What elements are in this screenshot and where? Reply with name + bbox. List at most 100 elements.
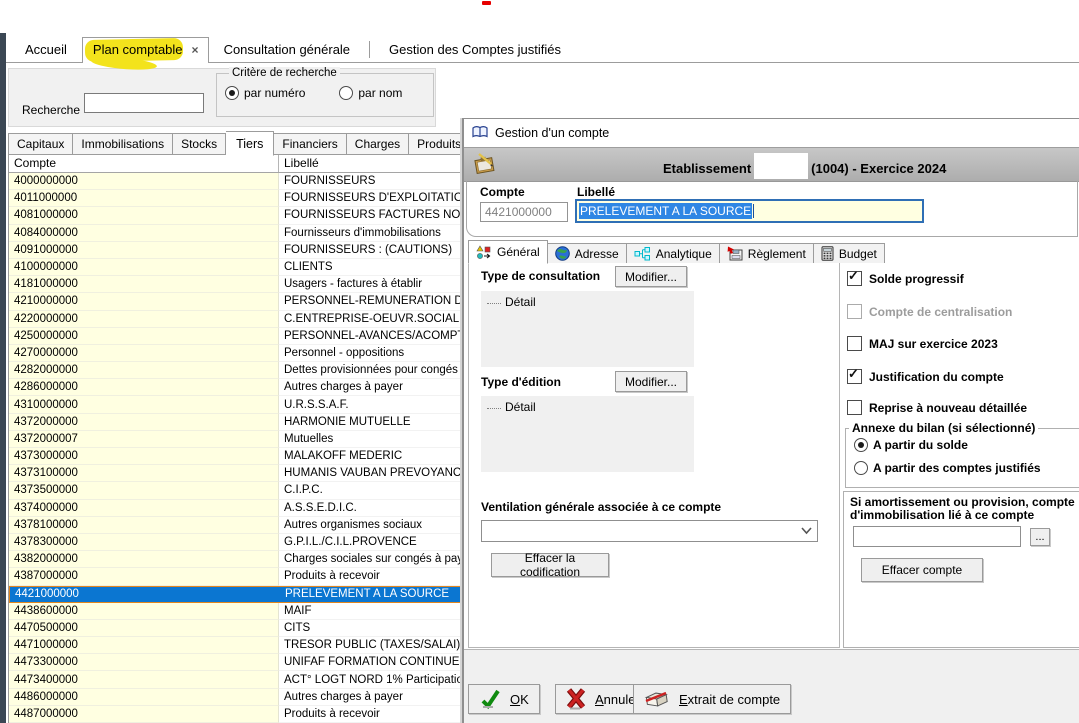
consultation-tree[interactable]: Détail (481, 291, 694, 367)
modifier-edition-button[interactable]: Modifier... (615, 371, 687, 392)
checkbox-compte-de-centralisation[interactable]: Compte de centralisation (847, 304, 1012, 319)
table-row[interactable]: 4282000000Dettes provisionnées pour cong… (9, 362, 461, 379)
immobilisation-compte-input[interactable] (853, 526, 1021, 547)
dialog-tab-reglement[interactable]: Règlement (720, 243, 814, 263)
tab-divider (369, 41, 370, 58)
table-row[interactable]: 4421000000PRELEVEMENT A LA SOURCE (9, 586, 461, 603)
table-row[interactable]: 4286000000Autres charges à payer (9, 379, 461, 396)
type-edition-label: Type d'édition (481, 375, 561, 389)
cell-compte: 4473400000 (9, 671, 279, 688)
table-row[interactable]: 4310000000U.R.S.S.A.F. (9, 396, 461, 413)
table-row[interactable]: 4438600000MAIF (9, 603, 461, 620)
checkbox-solde-progressif[interactable]: Solde progressif (847, 271, 964, 286)
dialog-tab-budget[interactable]: Budget (814, 243, 885, 263)
table-row[interactable]: 4372000007Mutuelles (9, 431, 461, 448)
dialog-titlebar[interactable]: Gestion d'un compte (464, 119, 1079, 148)
table-row[interactable]: 4000000000FOURNISSEURS (9, 173, 461, 190)
dialog-tab-analytique[interactable]: Analytique (627, 243, 720, 263)
table-row[interactable]: 4084000000Fournisseurs d'immobilisations (9, 225, 461, 242)
dialog-tab-adresse[interactable]: Adresse (548, 243, 627, 263)
table-row[interactable]: 4081000000FOURNISSEURS FACTURES NON PA (9, 207, 461, 224)
dialog-general-tab-content: Type de consultation Modifier... Détail … (466, 263, 1079, 649)
criteria-radio-par-nom[interactable]: par nom (339, 86, 402, 100)
radio-icon (854, 461, 868, 475)
libelle-field[interactable]: PRELEVEMENT A LA SOURCE (575, 199, 924, 223)
dialog-tab-label: Analytique (656, 247, 712, 261)
tab-close-icon[interactable]: × (191, 43, 200, 57)
consultation-tree-item[interactable]: Détail (505, 295, 536, 309)
table-row[interactable]: 4471000000TRESOR PUBLIC (TAXES/SALAI) (9, 637, 461, 654)
search-input[interactable] (84, 93, 204, 113)
gestion-compte-dialog: Gestion d'un compte Etablissement (1004)… (462, 118, 1079, 723)
statement-icon (644, 689, 670, 709)
table-row[interactable]: 4473400000ACT° LOGT NORD 1% Participatio… (9, 671, 461, 688)
ok-button[interactable]: OK (468, 684, 540, 714)
category-tab-charges[interactable]: Charges (347, 133, 409, 155)
extrait-de-compte-button[interactable]: Extrait de compte (633, 684, 791, 714)
category-tab-tiers[interactable]: Tiers (226, 131, 274, 156)
checkbox-label: MAJ sur exercice 2023 (869, 337, 998, 351)
criteria-radio-par-numero[interactable]: par numéro (225, 86, 305, 100)
main-tab-consultation-generale[interactable]: Consultation générale (209, 37, 365, 62)
checkbox-maj-sur-exercice-2023[interactable]: MAJ sur exercice 2023 (847, 336, 998, 351)
text-caret (753, 204, 754, 218)
table-row[interactable]: 4470500000CITS (9, 620, 461, 637)
table-row[interactable]: 4091000000FOURNISSEURS : (CAUTIONS) (9, 242, 461, 259)
browse-button[interactable]: ... (1030, 528, 1050, 546)
modifier-consultation-button[interactable]: Modifier... (615, 266, 687, 287)
cell-compte: 4378100000 (9, 517, 279, 534)
checkbox-reprise-a-nouveau-detaillee[interactable]: Reprise à nouveau détaillée (847, 400, 1027, 415)
table-row[interactable]: 4487000000Produits à recevoir (9, 706, 461, 723)
ventilation-dropdown[interactable] (481, 520, 818, 542)
table-row[interactable]: 4373500000C.I.P.C. (9, 482, 461, 499)
table-row[interactable]: 4373000000MALAKOFF MEDERIC (9, 448, 461, 465)
edition-tree-item[interactable]: Détail (505, 400, 536, 414)
table-row[interactable]: 4473300000UNIFAF FORMATION CONTINUE (9, 654, 461, 671)
annexe-radio-a-partir-des-comptes-justifies[interactable]: A partir des comptes justifiés (854, 461, 1041, 475)
criteria-legend: Critère de recherche (229, 67, 340, 79)
table-row[interactable]: 4210000000PERSONNEL-REMUNERATION DUE (9, 293, 461, 310)
radio-icon (339, 86, 353, 100)
table-row[interactable]: 4486000000Autres charges à payer (9, 689, 461, 706)
cell-compte: 4270000000 (9, 345, 279, 362)
table-row[interactable]: 4250000000PERSONNEL-AVANCES/ACOMPTES (9, 328, 461, 345)
table-row[interactable]: 4220000000C.ENTREPRISE-OEUVR.SOCIALES (9, 311, 461, 328)
table-row[interactable]: 4387000000Produits à recevoir (9, 568, 461, 585)
cell-libelle: Charges sociales sur congés à payer (279, 551, 461, 568)
column-header-compte[interactable]: Compte (9, 154, 279, 172)
table-row[interactable]: 4100000000CLIENTS (9, 259, 461, 276)
main-tab-gestion-des-comptes-justifies[interactable]: Gestion des Comptes justifiés (374, 37, 576, 62)
effacer-compte-button[interactable]: Effacer compte (861, 558, 983, 582)
table-row[interactable]: 4378100000Autres organismes sociaux (9, 517, 461, 534)
table-row[interactable]: 4372000000HARMONIE MUTUELLE (9, 414, 461, 431)
column-header-libelle[interactable]: Libellé (279, 154, 461, 172)
table-row[interactable]: 4270000000Personnel - oppositions (9, 345, 461, 362)
main-tab-accueil[interactable]: Accueil (10, 37, 82, 62)
checkbox-label: Justification du compte (869, 370, 1004, 384)
table-row[interactable]: 4378300000G.P.I.L./C.I.L.PROVENCE (9, 534, 461, 551)
annexe-radio-a-partir-du-solde[interactable]: A partir du solde (854, 438, 968, 452)
table-row[interactable]: 4382000000Charges sociales sur congés à … (9, 551, 461, 568)
category-tab-immobilisations[interactable]: Immobilisations (73, 133, 173, 155)
cell-libelle: TRESOR PUBLIC (TAXES/SALAI) (279, 637, 461, 654)
globe-icon (555, 246, 570, 261)
category-tab-financiers[interactable]: Financiers (274, 133, 346, 155)
table-row[interactable]: 4373100000HUMANIS VAUBAN PREVOYANCE (9, 465, 461, 482)
compte-field[interactable]: 4421000000 (480, 202, 568, 222)
cell-compte: 4470500000 (9, 620, 279, 637)
table-row[interactable]: 4011000000FOURNISSEURS D'EXPLOITATION (9, 190, 461, 207)
table-row[interactable]: 4181000000Usagers - factures à établir (9, 276, 461, 293)
search-panel: Recherche Critère de recherche par numér… (8, 68, 436, 127)
category-tab-capitaux[interactable]: Capitaux (8, 133, 73, 155)
edition-tree[interactable]: Détail (481, 396, 694, 472)
effacer-codification-button[interactable]: Effacer la codification (491, 553, 609, 577)
checkbox-justification-du-compte[interactable]: Justification du compte (847, 369, 1004, 384)
dialog-tab-general[interactable]: Général (468, 240, 548, 264)
category-tab-stocks[interactable]: Stocks (173, 133, 226, 155)
main-tab-plan-comptable[interactable]: Plan comptable× (82, 37, 209, 63)
radio-icon (854, 438, 868, 452)
radio-icon (225, 86, 239, 100)
table-row[interactable]: 4374000000A.S.S.E.D.I.C. (9, 500, 461, 517)
cell-libelle: C.ENTREPRISE-OEUVR.SOCIALES (279, 311, 461, 328)
etablissement-header: Etablissement (1004) - Exercice 2024 (663, 155, 946, 181)
